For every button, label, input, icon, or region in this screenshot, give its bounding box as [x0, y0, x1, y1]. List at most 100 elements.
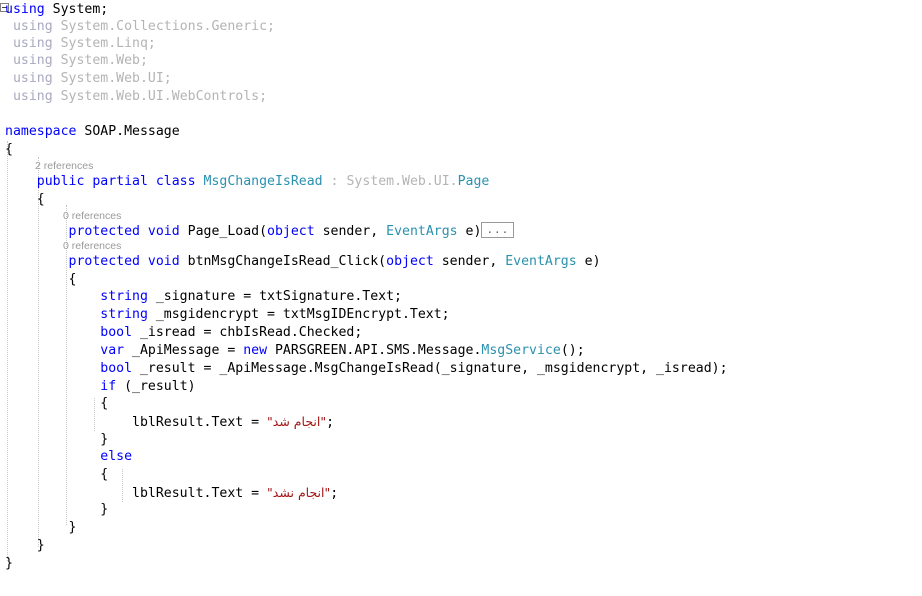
code-line: using System;: [5, 1, 108, 18]
token-plain: lblResult.Text =: [132, 415, 268, 430]
code-line: {: [5, 395, 108, 412]
code-line: bool _result = _ApiMessage.MsgChangeIsRe…: [5, 360, 728, 377]
string-literal: "انجام شد": [267, 414, 327, 429]
code-line: public partial class MsgChangeIsRead : S…: [5, 173, 490, 190]
token-plain: _ApiMessage =: [124, 343, 244, 358]
token-plain: _isread = chbIsRead.Checked;: [132, 325, 363, 340]
token-kw: string: [100, 289, 148, 304]
token-plain: }: [100, 502, 109, 517]
token-kw: string: [100, 307, 148, 322]
token-kw: protected void: [68, 254, 180, 269]
codelens-btnclick-refs[interactable]: 0 references: [63, 239, 121, 253]
token-dim: using: [12, 36, 53, 51]
code-line: }: [5, 555, 13, 572]
token-plain: {: [36, 192, 45, 207]
token-plain: ;: [330, 486, 339, 501]
codelens-pageload-refs[interactable]: 0 references: [63, 209, 121, 223]
token-plain: _result = _ApiMessage.MsgChangeIsRead(_s…: [132, 361, 728, 376]
token-dimp: System.Web.UI.WebControls;: [52, 89, 268, 104]
token-type: Page: [457, 174, 490, 189]
token-type: EventArgs: [505, 254, 577, 269]
token-dimp: System.Web;: [52, 53, 148, 68]
collapsed-region-ellipsis[interactable]: ...: [481, 222, 515, 238]
token-type: MsgService: [481, 343, 561, 358]
token-kw: else: [100, 449, 133, 464]
code-line: {: [5, 271, 77, 288]
token-kw: protected void: [68, 224, 180, 239]
code-line: using System.Linq;: [5, 35, 156, 52]
token-plain: _signature = txtSignature.Text;: [147, 289, 402, 304]
code-line: protected void Page_Load(object sender, …: [5, 222, 515, 240]
codelens-class-refs[interactable]: 2 references: [35, 159, 93, 173]
code-line: {: [5, 141, 13, 158]
code-line: else: [5, 448, 132, 465]
code-line: using System.Web;: [5, 52, 148, 69]
token-dimp: System.Web.UI;: [52, 71, 172, 86]
token-plain: {: [100, 396, 109, 411]
code-line: string _signature = txtSignature.Text;: [5, 288, 402, 305]
token-plain: sender,: [433, 254, 506, 269]
token-plain: _msgidencrypt = txtMsgIDEncrypt.Text;: [147, 307, 450, 322]
token-kw: using: [5, 2, 45, 17]
token-plain: ();: [560, 343, 585, 358]
token-dimp: System.Linq;: [52, 36, 156, 51]
token-kw: object: [386, 254, 434, 269]
token-kw: bool: [100, 325, 133, 340]
token-dimp: System.Collections.Generic;: [52, 19, 275, 34]
token-plain: {: [68, 272, 77, 287]
token-type: MsgChangeIsRead: [203, 174, 323, 189]
token-plain: }: [100, 432, 109, 447]
token-dimp: :: [322, 174, 347, 189]
string-literal: "انجام نشد": [267, 485, 331, 500]
token-kw: new: [243, 343, 268, 358]
token-plain: {: [100, 467, 109, 482]
token-kw: bool: [100, 361, 133, 376]
token-plain: e): [457, 224, 482, 239]
code-line: {: [5, 191, 45, 208]
code-line: using System.Web.UI;: [5, 70, 172, 87]
code-line: using System.Web.UI.WebControls;: [5, 88, 267, 105]
code-line: lblResult.Text = "انجام نشد";: [5, 484, 338, 501]
token-type: EventArgs: [386, 224, 458, 239]
code-line: lblResult.Text = "انجام شد";: [5, 413, 334, 430]
code-line: namespace SOAP.Message: [5, 123, 180, 140]
token-dim: using: [12, 89, 53, 104]
code-line: }: [5, 431, 108, 448]
token-kw: public partial class: [36, 174, 196, 189]
token-kw: namespace: [5, 124, 77, 139]
code-line: {: [5, 466, 108, 483]
token-plain: e): [576, 254, 601, 269]
code-line: using System.Collections.Generic;: [5, 18, 275, 35]
code-line: }: [5, 501, 108, 518]
token-plain: ;: [326, 415, 335, 430]
token-plain: {: [5, 142, 13, 157]
token-plain: PARSGREEN.API.SMS.Message.: [267, 343, 482, 358]
token-plain: sender,: [314, 224, 387, 239]
token-plain: }: [5, 556, 13, 571]
token-plain: (_result): [116, 379, 196, 394]
code-editor[interactable]: 2 references 0 references 0 references usi…: [0, 0, 922, 596]
code-line: }: [5, 519, 77, 536]
